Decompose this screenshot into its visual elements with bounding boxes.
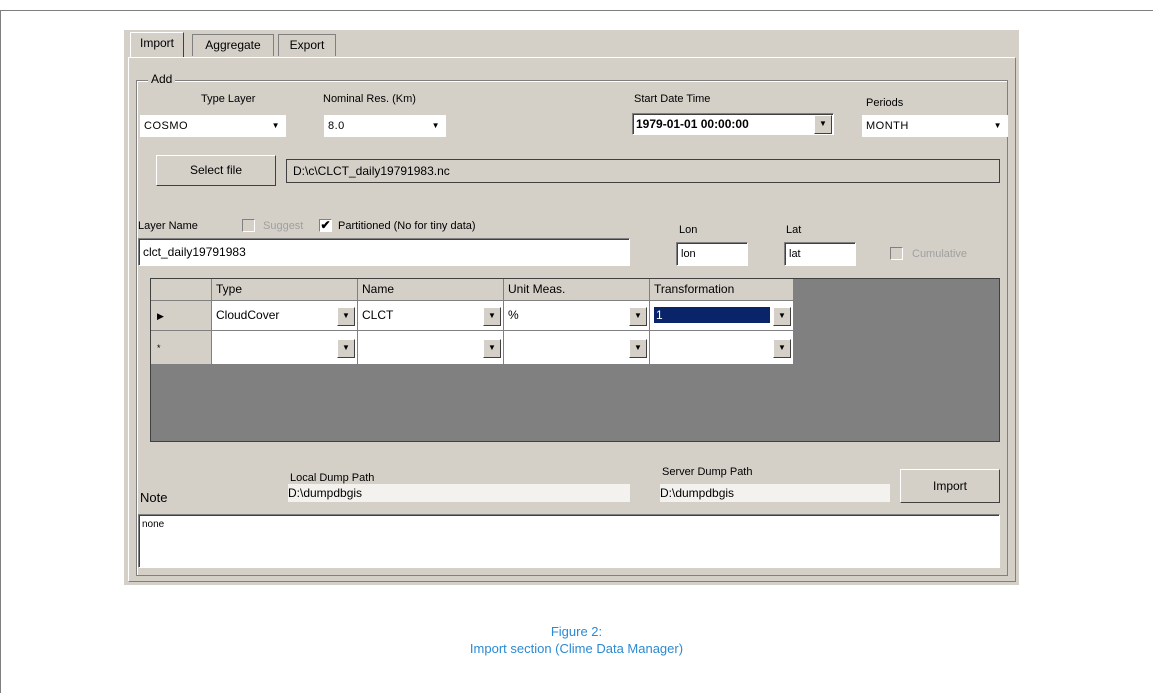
grid-cell-unit-new[interactable]: ▼ — [504, 331, 650, 365]
row-current-icon[interactable]: ▶ — [151, 301, 212, 331]
note-label: Note — [140, 490, 168, 505]
tab-aggregate[interactable]: Aggregate — [192, 34, 274, 56]
chevron-down-icon[interactable]: ▼ — [483, 307, 501, 326]
grid-cell-transformation[interactable]: 1 ▼ — [650, 301, 794, 331]
page-frame-left — [0, 10, 1, 693]
suggest-checkbox[interactable] — [242, 219, 255, 232]
grid-header-unit: Unit Meas. — [504, 279, 650, 301]
chevron-down-icon[interactable]: ▼ — [773, 339, 791, 358]
server-dump-label: Server Dump Path — [662, 466, 753, 478]
add-group-title: Add — [148, 72, 176, 86]
note-textarea[interactable]: none — [138, 514, 1000, 568]
grid-unit-value: % — [508, 308, 519, 322]
layer-name-label: Layer Name — [138, 220, 198, 232]
type-layer-label: Type Layer — [201, 93, 256, 105]
start-datetime-picker[interactable]: 1979-01-01 00:00:00 ▼ — [632, 113, 834, 135]
chevron-down-icon[interactable]: ▼ — [337, 307, 355, 326]
chevron-down-icon: ▼ — [271, 121, 280, 130]
start-datetime-value: 1979-01-01 00:00:00 — [636, 117, 749, 131]
chevron-down-icon[interactable]: ▼ — [483, 339, 501, 358]
grid-corner — [151, 279, 212, 301]
local-dump-field[interactable]: D:\dumpdbgis — [288, 484, 630, 502]
chevron-down-icon: ▼ — [431, 121, 440, 130]
figure-caption-text: Import section (Clime Data Manager) — [469, 641, 684, 656]
local-dump-label: Local Dump Path — [290, 472, 375, 484]
file-path-field: D:\c\CLCT_daily19791983.nc — [286, 159, 1000, 183]
grid-header-transformation: Transformation — [650, 279, 794, 301]
periods-label: Periods — [866, 97, 904, 109]
nominal-res-label: Nominal Res. (Km) — [323, 93, 416, 105]
row-new-icon[interactable]: * — [151, 331, 212, 365]
server-dump-field[interactable]: D:\dumpdbgis — [660, 484, 890, 502]
type-layer-value: COSMO — [144, 120, 189, 132]
chevron-down-icon: ▼ — [993, 121, 1002, 130]
import-button[interactable]: Import — [900, 469, 1000, 503]
grid-cell-type[interactable]: CloudCover ▼ — [212, 301, 358, 331]
lat-input[interactable]: lat — [784, 242, 856, 266]
start-datetime-label: Start Date Time — [634, 93, 711, 105]
grid-header-type: Type — [212, 279, 358, 301]
lat-label: Lat — [786, 224, 802, 236]
grid-header-name: Name — [358, 279, 504, 301]
chevron-down-icon[interactable]: ▼ — [629, 339, 647, 358]
partitioned-label: Partitioned (No for tiny data) — [338, 220, 476, 232]
tab-export[interactable]: Export — [278, 34, 336, 56]
page-frame-top — [0, 10, 1153, 11]
grid-cell-unit[interactable]: % ▼ — [504, 301, 650, 331]
chevron-down-icon[interactable]: ▼ — [629, 307, 647, 326]
periods-value: MONTH — [866, 120, 909, 132]
suggest-label: Suggest — [263, 220, 304, 232]
periods-select[interactable]: MONTH ▼ — [862, 115, 1008, 137]
cumulative-label: Cumulative — [912, 248, 968, 260]
grid-transformation-value: 1 — [654, 307, 770, 323]
grid-cell-transformation-new[interactable]: ▼ — [650, 331, 794, 365]
grid-name-value: CLCT — [362, 308, 394, 322]
chevron-down-icon[interactable]: ▼ — [814, 115, 832, 134]
partitioned-checkbox[interactable]: ✔ — [319, 219, 332, 232]
nominal-res-select[interactable]: 8.0 ▼ — [324, 115, 446, 137]
nominal-res-value: 8.0 — [328, 120, 345, 132]
cumulative-checkbox[interactable] — [890, 247, 903, 260]
lon-input[interactable]: lon — [676, 242, 748, 266]
chevron-down-icon[interactable]: ▼ — [337, 339, 355, 358]
grid-type-value: CloudCover — [216, 308, 280, 322]
chevron-down-icon[interactable]: ▼ — [773, 307, 791, 326]
grid-cell-name[interactable]: CLCT ▼ — [358, 301, 504, 331]
select-file-button[interactable]: Select file — [156, 155, 276, 186]
grid-cell-type-new[interactable]: ▼ — [212, 331, 358, 365]
figure-caption-number: Figure 2: — [550, 624, 603, 639]
tab-import[interactable]: Import — [130, 32, 184, 58]
grid-cell-name-new[interactable]: ▼ — [358, 331, 504, 365]
type-layer-select[interactable]: COSMO ▼ — [140, 115, 286, 137]
layer-name-input[interactable]: clct_daily19791983 — [138, 238, 630, 266]
lon-label: Lon — [679, 224, 698, 236]
